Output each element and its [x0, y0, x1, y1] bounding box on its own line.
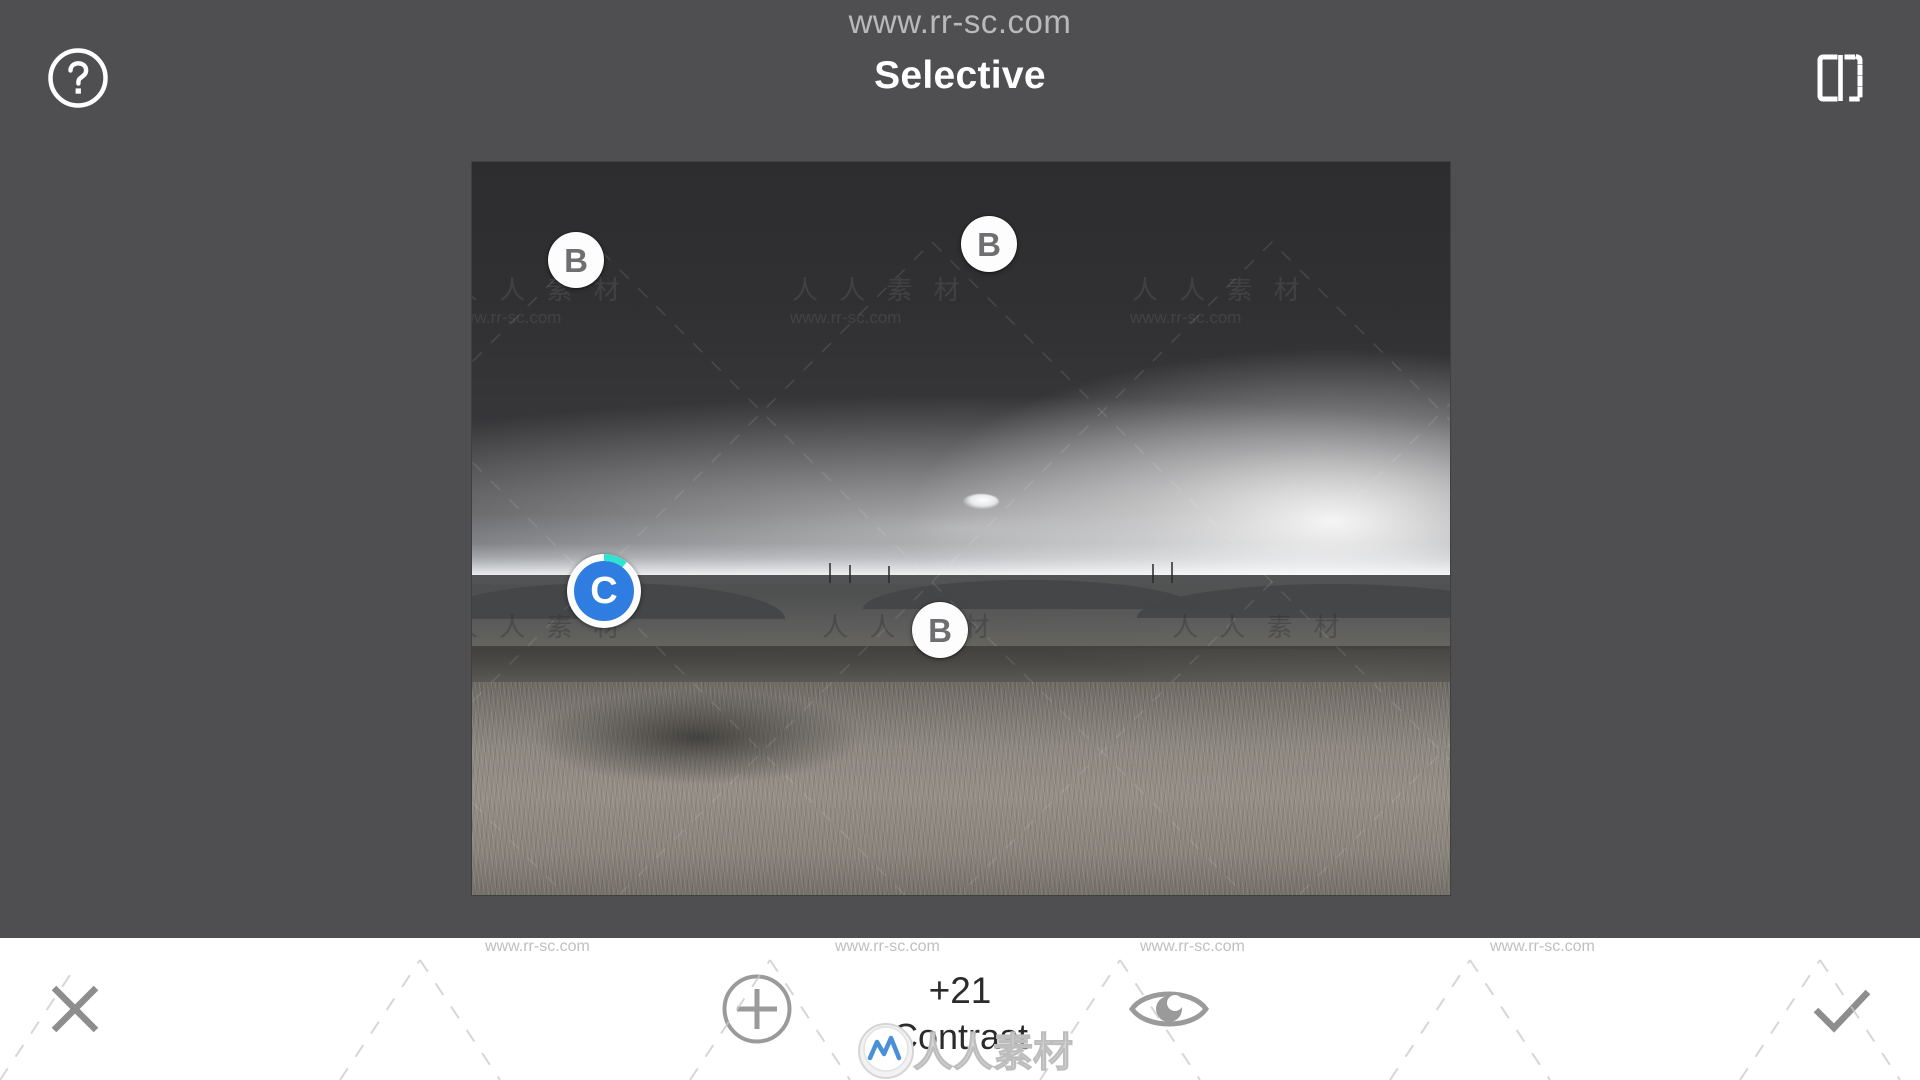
eye-icon	[1128, 991, 1210, 1027]
control-point-c-active[interactable]: C	[567, 554, 641, 628]
compare-button[interactable]	[1808, 46, 1872, 110]
close-x-icon	[51, 985, 99, 1033]
bright-cloud	[962, 494, 999, 510]
adjustment-readout: +21 Contrast	[830, 968, 1090, 1060]
control-point-b-1[interactable]: B	[548, 232, 604, 288]
add-control-point-button[interactable]	[718, 970, 796, 1048]
control-point-core: C	[574, 561, 634, 621]
adjustment-value: +21	[928, 970, 992, 1011]
checkmark-icon	[1813, 989, 1871, 1033]
cancel-button[interactable]	[40, 974, 110, 1044]
control-point-label: C	[590, 570, 618, 612]
control-point-b-3[interactable]: B	[912, 602, 968, 658]
plus-circle-icon	[722, 974, 792, 1044]
control-point-b-2[interactable]: B	[961, 216, 1017, 272]
page-title: Selective	[874, 54, 1046, 97]
compare-before-after-icon	[1817, 54, 1863, 102]
control-point-label: B	[564, 241, 588, 279]
photo-canvas[interactable]: 人 人 素 材 www.rr-sc.com 人 人 素 材 www.rr-sc.…	[472, 162, 1450, 895]
control-point-label: B	[928, 611, 952, 649]
control-point-label: B	[977, 225, 1001, 263]
top-toolbar: Selective	[0, 0, 1920, 160]
adjustment-name: Contrast	[891, 1016, 1029, 1057]
grass-shadow	[530, 689, 864, 786]
selective-editor-screen: Selective www.rr-sc.com 人 素 人 人 素 材 人 人 …	[0, 0, 1920, 1080]
preview-toggle-button[interactable]	[1126, 978, 1212, 1040]
apply-button[interactable]	[1804, 974, 1880, 1044]
bottom-toolbar: +21 Contrast	[0, 938, 1920, 1080]
